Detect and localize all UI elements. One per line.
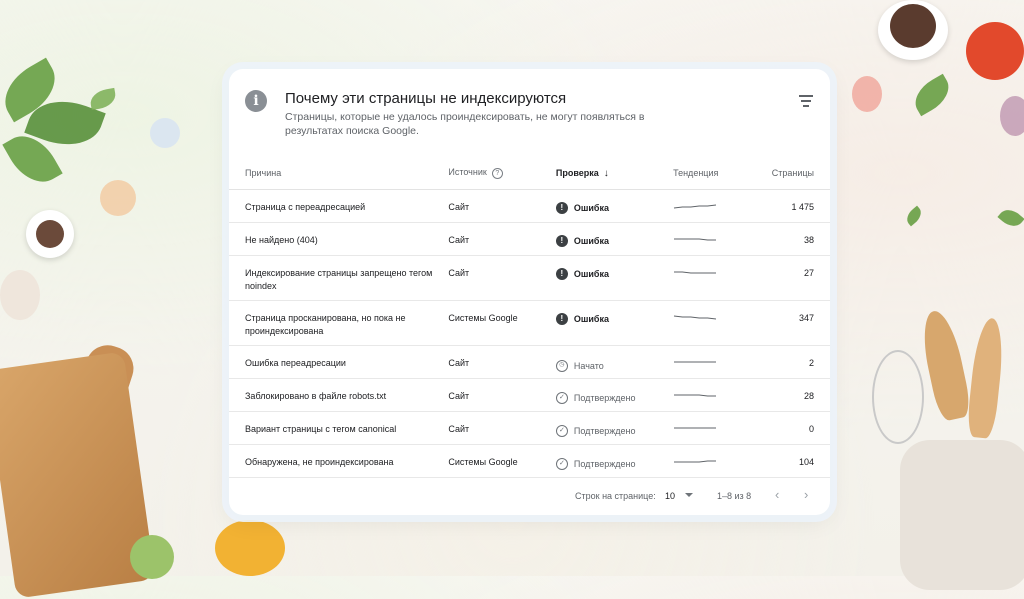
row-pages: 27	[803, 268, 814, 278]
row-pages: 0	[808, 424, 814, 434]
row-source: Сайт	[448, 358, 470, 368]
row-reason: Индексирование страницы запрещено тегом …	[245, 268, 433, 291]
table-row[interactable]: Обнаружена, не проиндексирована Системы …	[229, 444, 830, 478]
trend-sparkline	[674, 427, 717, 429]
column-header-validation[interactable]: Проверка ↓	[555, 157, 674, 190]
row-pages: 1 475	[791, 202, 814, 212]
trend-sparkline	[674, 394, 717, 397]
trend-sparkline	[674, 361, 717, 363]
row-status: ! Ошибка	[555, 202, 609, 215]
rows-per-page-select[interactable]: 10	[665, 491, 675, 501]
exclamation-circle-icon: !	[555, 268, 568, 280]
trend-sparkline	[674, 238, 717, 241]
row-status: ✓ Подтверждено	[555, 458, 635, 471]
table-row[interactable]: Страница просканирована, но пока не прои…	[229, 300, 830, 346]
row-status: ✓ Подтверждено	[555, 392, 635, 405]
column-header-source[interactable]: Источник?	[448, 157, 556, 190]
table-header-row: Причина Источник? Проверка ↓ Тенденция Ст…	[229, 157, 830, 190]
column-header-pages[interactable]: Страницы	[742, 157, 830, 190]
pagination-range: 1–8 из 8	[717, 491, 752, 501]
exclamation-circle-icon: !	[555, 313, 568, 325]
row-source: Сайт	[448, 235, 470, 245]
trend-sparkline	[674, 315, 717, 320]
check-circle-icon: ✓	[555, 392, 568, 404]
column-header-reason[interactable]: Причина	[229, 157, 449, 190]
row-reason: Вариант страницы с тегом canonical	[245, 424, 397, 434]
row-pages: 347	[798, 313, 814, 323]
filter-icon[interactable]	[798, 95, 814, 109]
row-status: ✓ Подтверждено	[555, 425, 635, 438]
not-indexed-card: i Почему эти страницы не индексируются С…	[229, 69, 830, 515]
help-icon[interactable]: ?	[491, 167, 503, 179]
row-status: ◷ Начато	[555, 360, 604, 373]
check-circle-icon: ✓	[555, 425, 568, 437]
clock-icon: ◷	[555, 360, 568, 372]
table-row[interactable]: Не найдено (404) Сайт ! Ошибка 38	[229, 222, 830, 256]
row-status: ! Ошибка	[555, 235, 609, 248]
row-source: Сайт	[448, 424, 470, 434]
table-row[interactable]: Страница с переадресацией Сайт ! Ошибка 1…	[229, 189, 830, 223]
row-reason: Обнаружена, не проиндексирована	[245, 457, 394, 467]
row-source: Системы Google	[448, 457, 518, 467]
card-title: Почему эти страницы не индексируются	[285, 90, 567, 107]
row-source: Системы Google	[448, 313, 518, 323]
trend-sparkline	[674, 271, 717, 274]
row-source: Сайт	[448, 202, 470, 212]
caret-down-icon[interactable]	[685, 493, 693, 497]
check-circle-icon: ✓	[555, 458, 568, 470]
row-reason: Не найдено (404)	[245, 235, 318, 245]
row-pages: 2	[808, 358, 814, 368]
table-row[interactable]: Заблокировано в файле robots.txt Сайт ✓ П…	[229, 378, 830, 412]
chevron-right-icon[interactable]: ›	[804, 487, 808, 502]
row-status: ! Ошибка	[555, 313, 609, 326]
info-icon: i	[245, 90, 267, 112]
rows-per-page-label: Строк на странице:	[575, 491, 656, 501]
row-reason: Заблокировано в файле robots.txt	[245, 391, 387, 401]
row-reason: Ошибка переадресации	[245, 358, 346, 368]
arrow-down-icon: ↓	[603, 167, 609, 179]
table-row[interactable]: Ошибка переадресации Сайт ◷ Начато 2	[229, 345, 830, 379]
trend-sparkline	[674, 460, 717, 463]
trend-sparkline	[674, 204, 717, 209]
chevron-left-icon[interactable]: ‹	[775, 487, 779, 502]
column-header-trend: Тенденция	[673, 157, 743, 190]
table-row[interactable]: Индексирование страницы запрещено тегом …	[229, 255, 830, 301]
row-pages: 104	[798, 457, 814, 467]
reasons-table: Причина Источник? Проверка ↓ Тенденция Ст…	[229, 157, 830, 478]
row-pages: 28	[803, 391, 814, 401]
row-source: Сайт	[448, 268, 470, 278]
row-reason: Страница с переадресацией	[245, 202, 366, 212]
row-status: ! Ошибка	[555, 268, 609, 281]
row-source: Сайт	[448, 391, 470, 401]
exclamation-circle-icon: !	[555, 202, 568, 214]
row-pages: 38	[803, 235, 814, 245]
table-row[interactable]: Вариант страницы с тегом canonical Сайт …	[229, 411, 830, 445]
pagination-bar: Строк на странице: 10 1–8 из 8 ‹ ›	[229, 483, 830, 509]
card-subtitle: Страницы, которые не удалось проиндексир…	[285, 111, 645, 137]
row-reason: Страница просканирована, но пока не прои…	[245, 313, 406, 336]
exclamation-circle-icon: !	[555, 235, 568, 247]
